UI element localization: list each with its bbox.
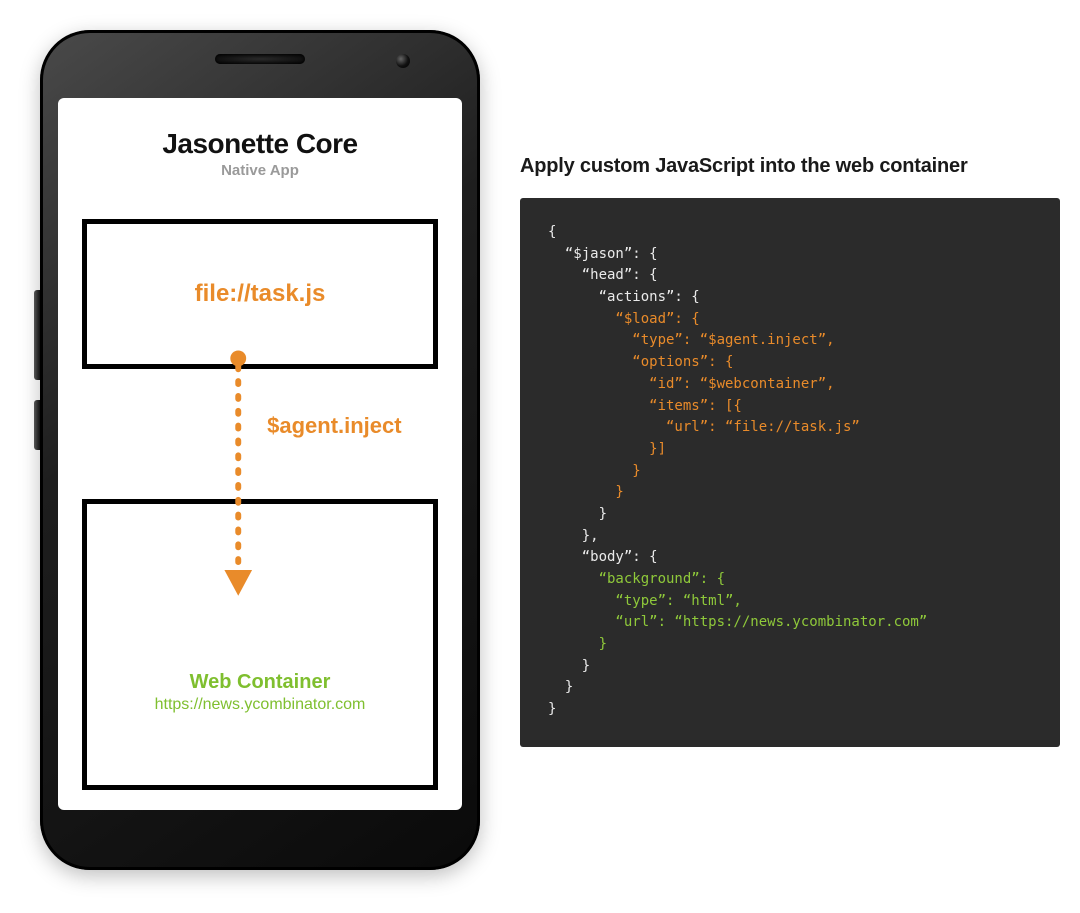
web-container-url: https://news.ycombinator.com [155,696,366,714]
inject-action-label: $agent.inject [267,413,401,439]
code-line: } [548,484,624,500]
code-line: } [548,636,607,652]
code-line: “type”: “$agent.inject”, [548,332,835,348]
code-line: “items”: [{ [548,398,742,414]
code-panel-heading: Apply custom JavaScript into the web con… [520,155,1060,178]
agent-script-url: file://task.js [195,280,326,308]
phone-side-button [34,290,40,380]
app-subtitle: Native App [221,162,299,179]
code-line: “id”: “$webcontainer”, [548,376,835,392]
inject-arrow-zone: $agent.inject [82,369,438,499]
earpiece-icon [215,54,305,64]
code-line: } [548,506,607,522]
phone-mockup: Jasonette Core Native App file://task.js… [40,30,480,870]
code-panel: Apply custom JavaScript into the web con… [520,155,1060,747]
code-line: “background”: { [548,571,725,587]
code-line: }] [548,441,666,457]
diagram-canvas: Jasonette Core Native App file://task.js… [0,0,1080,900]
code-line: “url”: “https://news.ycombinator.com” [548,614,927,630]
code-line: “$jason”: { [548,246,658,262]
phone-top-area [40,54,480,64]
code-line: “$load”: { [548,311,700,327]
phone-side-button [34,400,40,450]
code-line: } [548,463,641,479]
code-line: “options”: { [548,354,733,370]
web-container-title: Web Container [190,671,331,694]
code-line: “url”: “file://task.js” [548,419,860,435]
app-title: Jasonette Core [162,128,357,160]
code-line: } [548,701,556,717]
code-line: “actions”: { [548,289,700,305]
agent-script-box: file://task.js [82,219,438,369]
code-line: “type”: “html”, [548,593,742,609]
web-container-box: Web Container https://news.ycombinator.c… [82,499,438,790]
code-line: } [548,658,590,674]
code-line: } [548,679,573,695]
code-line: { [548,224,556,240]
front-camera-icon [396,54,410,68]
code-line: “body”: { [548,549,658,565]
code-line: }, [548,528,599,544]
json-code-block: { “$jason”: { “head”: { “actions”: { “$l… [520,198,1060,747]
code-line: “head”: { [548,267,658,283]
phone-screen: Jasonette Core Native App file://task.js… [58,98,462,810]
